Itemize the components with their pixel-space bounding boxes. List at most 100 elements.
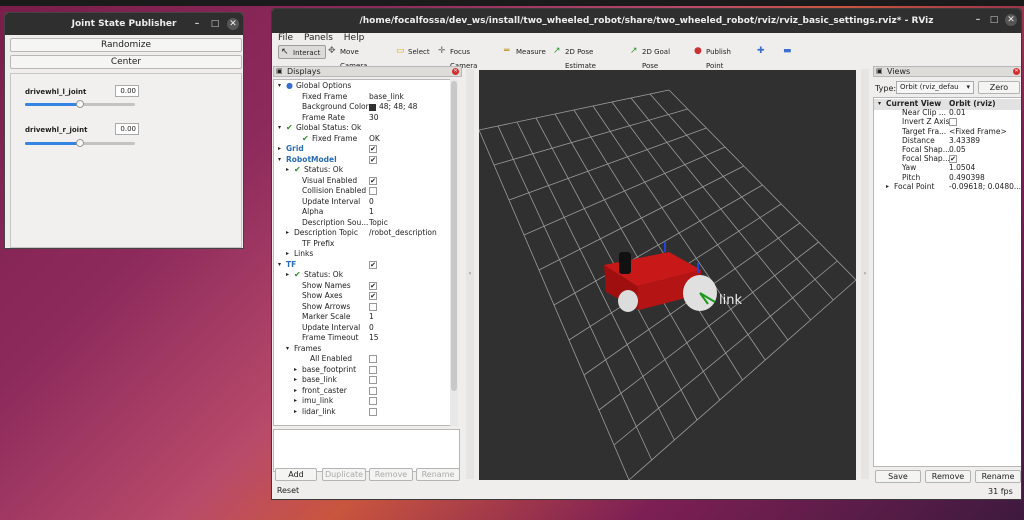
property-value[interactable]: /robot_description <box>369 228 437 239</box>
scene-canvas[interactable]: link <box>479 70 856 480</box>
tree-row[interactable]: ▸ Grid ✔ <box>274 144 444 155</box>
checkbox[interactable] <box>369 187 377 195</box>
tree-row[interactable]: ▸ base_footprint <box>274 365 444 376</box>
tree-row[interactable]: Collision Enabled <box>274 186 444 197</box>
checkbox[interactable] <box>369 302 377 311</box>
tree-row[interactable]: Visual Enabled ✔ <box>274 176 444 187</box>
joint-slider[interactable] <box>25 139 135 147</box>
expand-right-icon[interactable]: ▸ <box>294 375 297 386</box>
view-type-select[interactable]: Orbit (rviz_defau ▾ <box>896 81 974 94</box>
expand-right-icon[interactable]: ▸ <box>294 386 297 397</box>
joint-value-field[interactable]: 0.00 <box>115 123 139 135</box>
add-tool-button[interactable]: ✚ <box>755 45 769 59</box>
joint-slider[interactable] <box>25 100 135 108</box>
tree-row[interactable]: ▸ Links <box>274 249 444 260</box>
tool-focus-camera[interactable]: ✛ Focus Camera <box>436 45 494 70</box>
menu-panels[interactable]: Panels <box>304 33 333 43</box>
expand-right-icon[interactable]: ▸ <box>294 396 297 407</box>
remove-view-button[interactable]: Remove <box>925 470 971 483</box>
expand-right-icon[interactable]: ▸ <box>278 144 281 155</box>
checkbox[interactable] <box>369 386 377 395</box>
menu-help[interactable]: Help <box>344 33 365 43</box>
close-icon[interactable]: ✕ <box>1005 14 1017 26</box>
expand-right-icon[interactable]: ▸ <box>286 270 289 281</box>
joint-value-field[interactable]: 0.00 <box>115 85 139 97</box>
expand-down-icon[interactable]: ▾ <box>278 81 281 92</box>
zero-button[interactable]: Zero <box>978 81 1020 94</box>
property-value[interactable]: 0 <box>369 197 374 208</box>
remove-tool-button[interactable]: ▬ <box>781 45 795 59</box>
expand-down-icon[interactable]: ▾ <box>278 260 281 271</box>
slider-handle[interactable] <box>76 139 84 147</box>
tree-row[interactable]: ▾ ● Global Options <box>274 81 444 92</box>
save-button[interactable]: Save <box>875 470 921 483</box>
checkbox[interactable] <box>369 376 377 384</box>
tree-row[interactable]: ▸ lidar_link <box>274 407 444 418</box>
tree-row[interactable]: Frame Timeout 15 <box>274 333 444 344</box>
tool-measure[interactable]: ═ Measure <box>502 45 546 59</box>
expand-down-icon[interactable]: ▾ <box>286 344 289 355</box>
property-value[interactable]: 15 <box>369 333 379 344</box>
checkbox[interactable] <box>369 355 377 363</box>
checkbox[interactable] <box>369 365 377 374</box>
tool-publish-point[interactable]: ● Publish Point <box>692 45 748 70</box>
tree-row[interactable]: Frame Rate 30 <box>274 113 444 124</box>
right-splitter[interactable]: › <box>861 69 869 479</box>
tree-row[interactable]: Show Axes ✔ <box>274 291 444 302</box>
rename-button[interactable]: Rename <box>416 468 460 481</box>
tree-row[interactable]: ▸ base_link <box>274 375 444 386</box>
close-icon[interactable]: ✕ <box>227 18 239 30</box>
tree-row[interactable]: ▸ Description Topic/robot_description <box>274 228 444 239</box>
tree-row[interactable]: Update Interval 0 <box>274 323 444 334</box>
expand-right-icon[interactable]: ▸ <box>286 165 289 176</box>
randomize-button[interactable]: Randomize <box>10 38 242 52</box>
tree-row[interactable]: ▸ Focal Point -0.09618; 0.0480... <box>874 182 1021 193</box>
expand-right-icon[interactable]: ▸ <box>294 407 297 418</box>
checkbox[interactable]: ✔ <box>369 281 377 290</box>
reset-button[interactable]: Reset <box>273 485 303 498</box>
tool-interact[interactable]: ↖ Interact <box>278 45 326 59</box>
checkbox[interactable]: ✔ <box>369 176 377 185</box>
checkbox[interactable] <box>369 407 377 416</box>
property-value[interactable]: base_link <box>369 92 404 103</box>
add-button[interactable]: Add <box>275 468 317 481</box>
tree-row[interactable]: TF Prefix <box>274 239 444 250</box>
checkbox[interactable]: ✔ <box>369 292 377 300</box>
tree-row[interactable]: ▸ imu_link <box>274 396 444 407</box>
rename-view-button[interactable]: Rename <box>975 470 1021 483</box>
tree-row[interactable]: ▾ Frames <box>274 344 444 355</box>
property-value[interactable]: 1 <box>369 312 374 323</box>
tree-row[interactable]: ▾ ✔ Global Status: Ok <box>274 123 444 134</box>
expand-down-icon[interactable]: ▾ <box>278 155 281 166</box>
tree-row[interactable]: ▸ front_caster <box>274 386 444 397</box>
tool-select[interactable]: ▭ Select <box>394 45 430 59</box>
tree-row[interactable]: Marker Scale 1 <box>274 312 444 323</box>
property-value[interactable]: 30 <box>369 113 379 124</box>
property-value[interactable]: OK <box>369 134 380 145</box>
close-panel-icon[interactable]: ✕ <box>1013 68 1020 75</box>
maximize-icon[interactable]: □ <box>988 14 1000 26</box>
tool-2d-pose-estimate[interactable]: ↗ 2D Pose Estimate <box>551 45 623 70</box>
tree-row[interactable]: Show Names ✔ <box>274 281 444 292</box>
checkbox[interactable]: ✔ <box>369 260 377 269</box>
tree-row[interactable]: Show Arrows <box>274 302 444 313</box>
tool-2d-goal-pose[interactable]: ↗ 2D Goal Pose <box>628 45 682 70</box>
duplicate-button[interactable]: Duplicate <box>322 468 366 481</box>
checkbox[interactable]: ✔ <box>369 145 377 153</box>
tree-row[interactable]: Description Sou... Topic <box>274 218 444 229</box>
tree-row[interactable]: Update Interval 0 <box>274 197 444 208</box>
property-value[interactable]: Topic <box>369 218 388 229</box>
expand-right-icon[interactable]: ▸ <box>286 228 289 239</box>
tree-row[interactable]: ✔ Fixed Frame OK <box>274 134 444 145</box>
checkbox[interactable] <box>369 397 377 405</box>
maximize-icon[interactable]: □ <box>209 18 221 30</box>
tree-row[interactable]: ▸ ✔ Status: Ok <box>274 165 444 176</box>
tree-row[interactable]: Background Color 48; 48; 48 <box>274 102 444 113</box>
tree-row[interactable]: ▸ ✔ Status: Ok <box>274 270 444 281</box>
scrollbar-thumb[interactable] <box>451 81 457 391</box>
left-splitter[interactable]: ‹ <box>466 69 474 479</box>
property-value[interactable]: -0.09618; 0.0480... <box>949 182 1021 193</box>
expand-right-icon[interactable]: ▸ <box>286 249 289 260</box>
minimize-icon[interactable]: – <box>191 18 203 30</box>
remove-button[interactable]: Remove <box>369 468 413 481</box>
